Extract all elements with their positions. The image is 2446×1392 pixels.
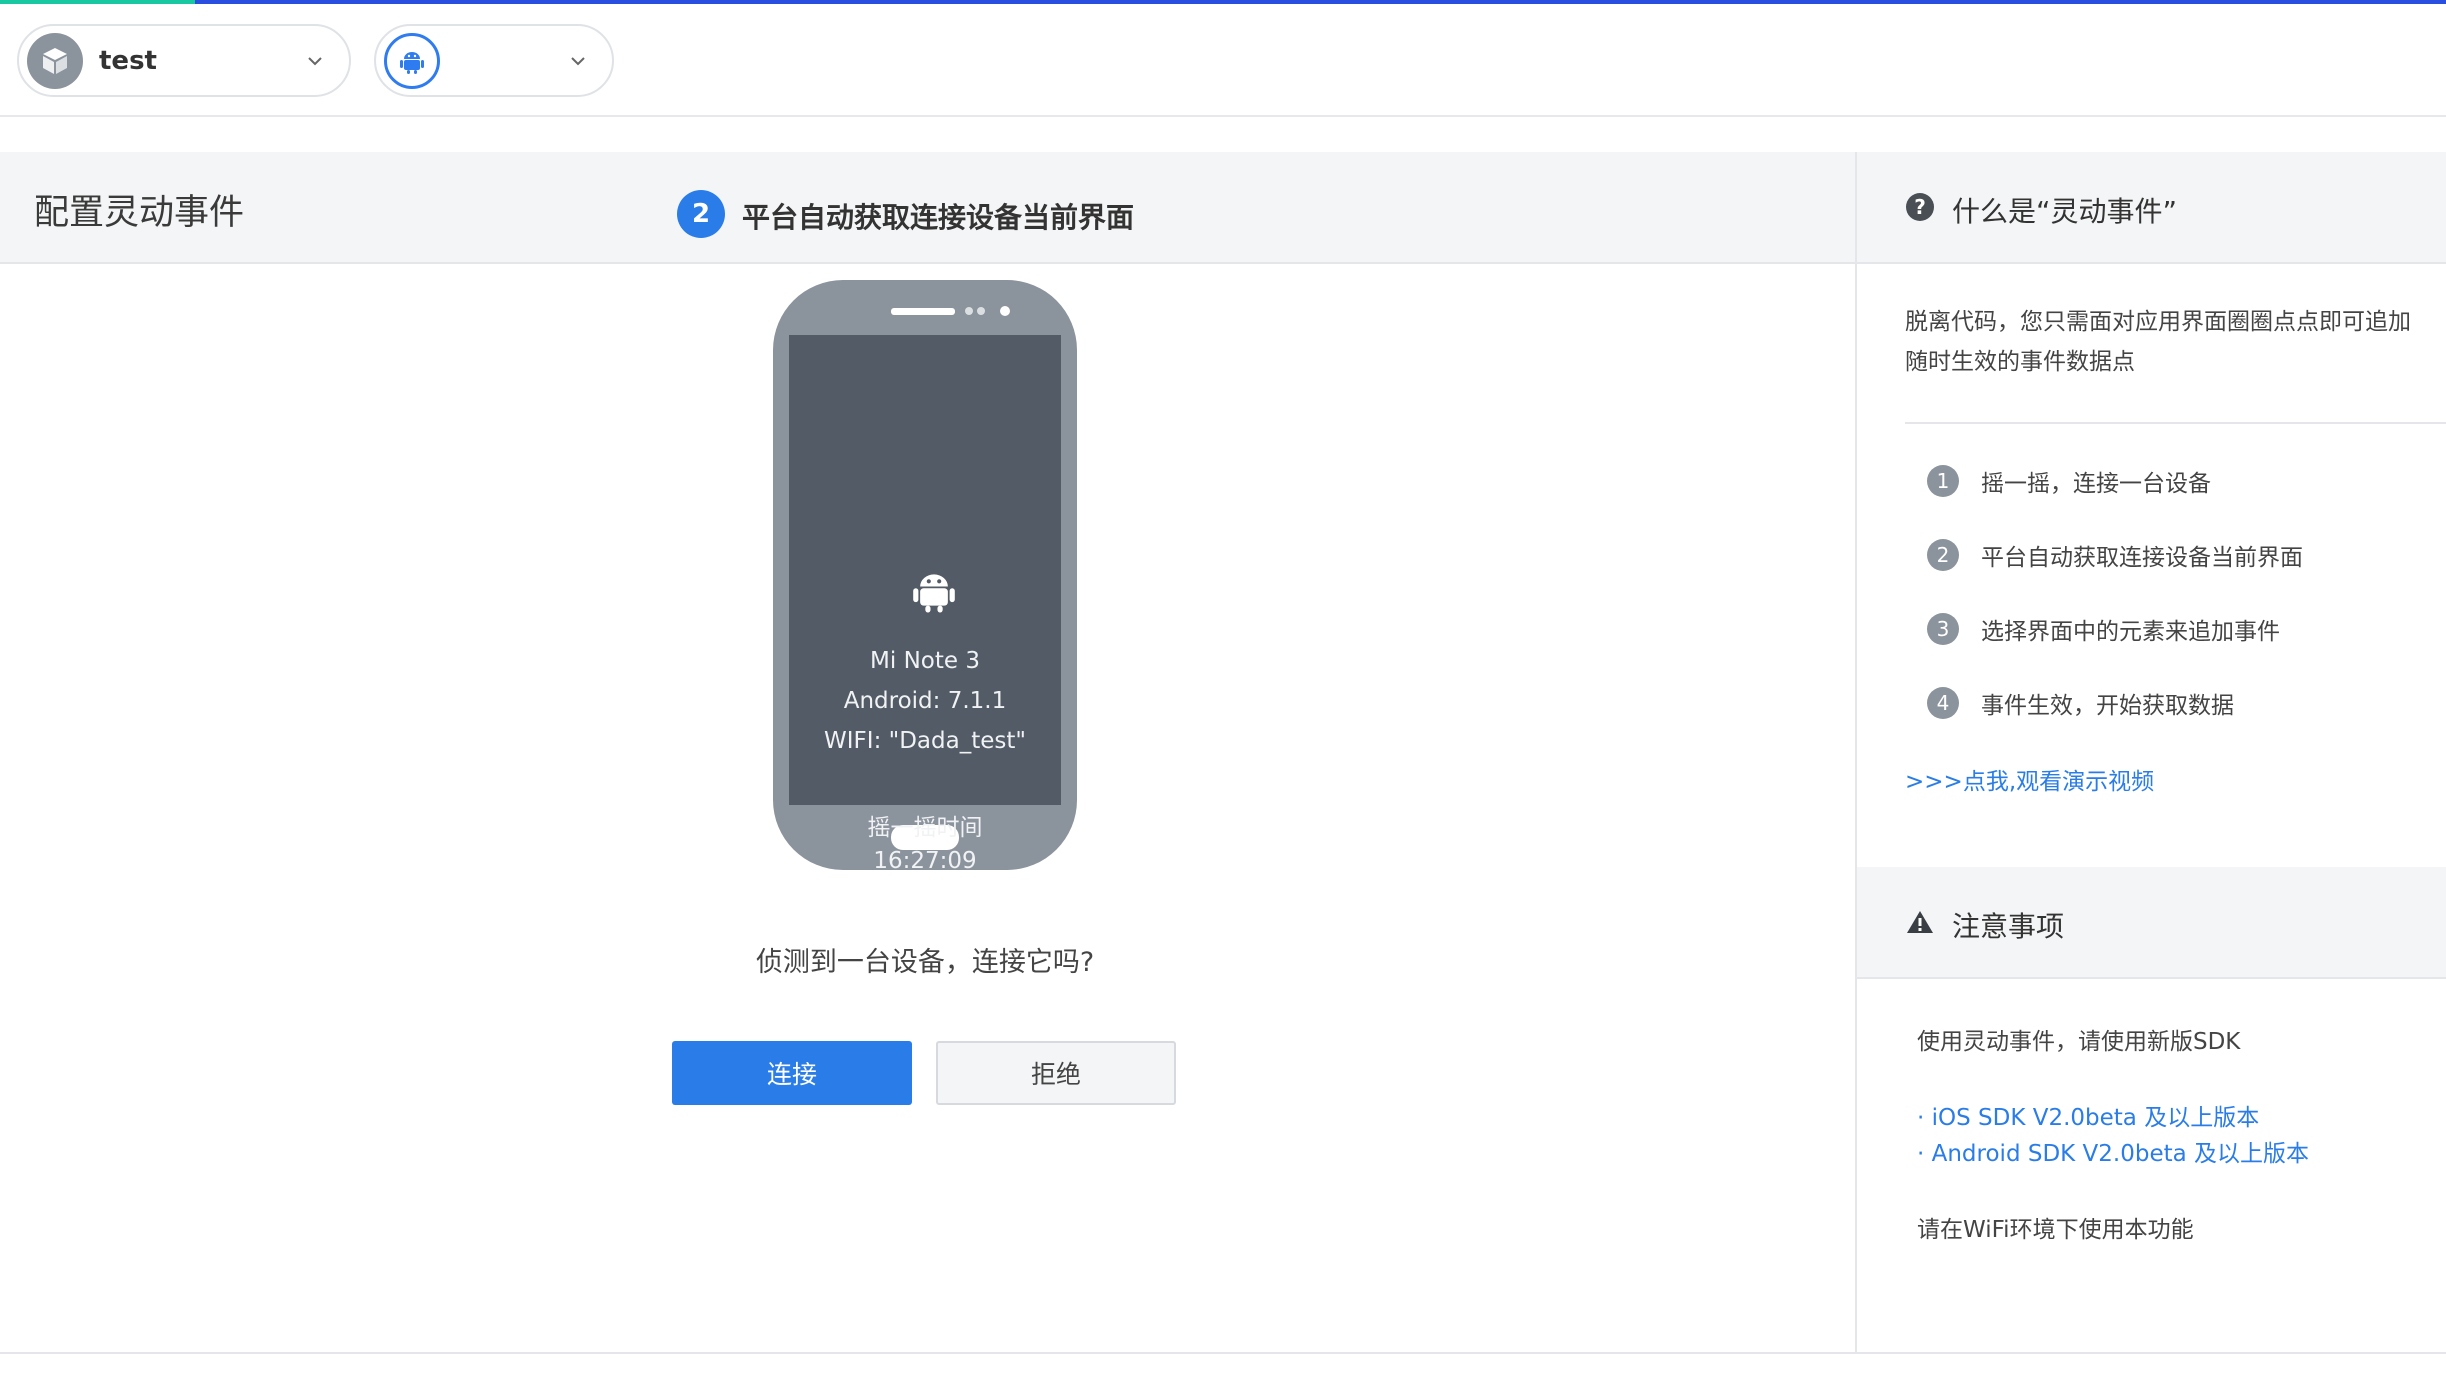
shake-time: 16:27:09: [873, 848, 977, 874]
connect-button[interactable]: 连接: [672, 1041, 912, 1105]
guide-step: 1 摇一摇，连接一台设备: [1927, 464, 2211, 498]
page-title: 配置灵动事件: [34, 193, 245, 233]
what-is-title: 什么是“灵动事件”: [1952, 195, 2178, 228]
app-selector[interactable]: test: [17, 24, 351, 97]
step-number: 1: [1927, 465, 1959, 497]
divider: [1905, 422, 2446, 424]
guide-step: 4 事件生效，开始获取数据: [1927, 686, 2234, 720]
step-number: 4: [1927, 687, 1959, 719]
android-icon: [913, 574, 955, 613]
warning-icon: [1907, 911, 1933, 933]
top-bar: test: [0, 4, 2446, 117]
device-wifi: WIFI: "Dada_test": [824, 728, 1026, 754]
question-icon: ?: [1906, 193, 1934, 221]
chevron-down-icon: [308, 57, 322, 66]
bottom-divider: [0, 1352, 2446, 1354]
step-label: 摇一摇，连接一台设备: [1981, 471, 2211, 497]
what-is-header: ? 什么是“灵动事件”: [1857, 152, 2446, 264]
platform-selector[interactable]: [374, 24, 614, 97]
step-label: 平台自动获取连接设备当前界面: [1981, 545, 2303, 571]
svg-text:?: ?: [1914, 195, 1926, 219]
notes-header: 注意事项: [1857, 867, 2446, 979]
device-model: Mi Note 3: [870, 648, 980, 674]
notes-title: 注意事项: [1952, 910, 2065, 943]
reject-button[interactable]: 拒绝: [936, 1041, 1176, 1105]
step-number: 2: [1927, 539, 1959, 571]
shake-time-label: 摇一摇时间: [867, 815, 983, 841]
ios-sdk-link[interactable]: · iOS SDK V2.0beta 及以上版本: [1917, 1098, 2259, 1132]
app-name: test: [99, 45, 157, 76]
android-sdk-link[interactable]: · Android SDK V2.0beta 及以上版本: [1917, 1134, 2309, 1168]
step-label: 事件生效，开始获取数据: [1981, 693, 2234, 719]
sdk-requirement-note: 使用灵动事件，请使用新版SDK: [1917, 1029, 2241, 1055]
current-step-number: 2: [677, 190, 725, 238]
current-step-label: 平台自动获取连接设备当前界面: [742, 201, 1135, 234]
demo-video-link[interactable]: >>>点我,观看演示视频: [1905, 762, 2154, 796]
main-header: 配置灵动事件 2 平台自动获取连接设备当前界面: [0, 152, 1855, 264]
connect-prompt: 侦测到一台设备，连接它吗?: [755, 947, 1095, 978]
chevron-down-icon: [571, 57, 585, 66]
feature-description: 脱离代码，您只需面对应用界面圈圈点点即可追加随时生效的事件数据点: [1905, 309, 2411, 375]
step-number: 3: [1927, 613, 1959, 645]
device-android-version: Android: 7.1.1: [843, 688, 1007, 714]
android-icon: [384, 32, 440, 89]
wifi-note: 请在WiFi环境下使用本功能: [1917, 1217, 2194, 1243]
step-label: 选择界面中的元素来追加事件: [1981, 619, 2280, 645]
help-sidebar: ? 什么是“灵动事件” 脱离代码，您只需面对应用界面圈圈点点即可追加随时生效的事…: [1855, 152, 2446, 1352]
guide-step: 3 选择界面中的元素来追加事件: [1927, 612, 2280, 646]
box-icon: [27, 32, 83, 89]
guide-step: 2 平台自动获取连接设备当前界面: [1927, 538, 2303, 572]
